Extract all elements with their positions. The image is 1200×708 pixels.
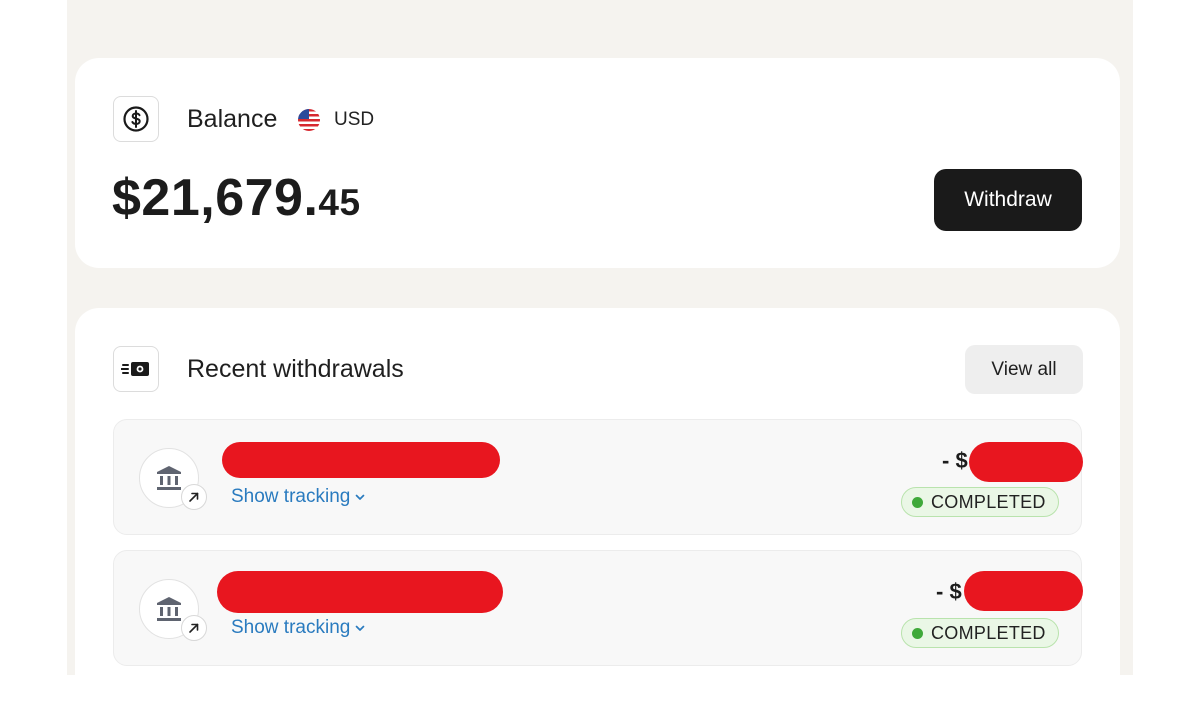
redacted-recipient-name: [222, 442, 500, 478]
withdrawal-amount-prefix: - $: [942, 448, 968, 473]
show-tracking-link[interactable]: Show tracking: [231, 617, 366, 639]
status-badge: COMPLETED: [901, 487, 1059, 517]
us-flag-icon: [297, 108, 321, 132]
show-tracking-label: Show tracking: [231, 617, 351, 638]
balance-amount: $21,679.45: [112, 168, 361, 228]
status-dot-icon: [912, 627, 923, 639]
status-badge: COMPLETED: [901, 618, 1059, 648]
arrow-up-right-icon: [181, 484, 207, 510]
redacted-amount: [964, 571, 1083, 611]
redacted-recipient-name: [217, 571, 503, 613]
cash-transfer-icon: [113, 346, 159, 392]
arrow-up-right-icon: [181, 615, 207, 641]
balance-amount-cents: 45: [318, 182, 361, 223]
withdrawal-row[interactable]: Show tracking - $ COMPLETED: [113, 419, 1083, 535]
balance-card: Balance USD $21,679.45 Withdraw: [75, 58, 1120, 268]
currency-code: USD: [334, 109, 375, 130]
section-title: Recent withdrawals: [187, 355, 404, 383]
status-label: COMPLETED: [931, 622, 1046, 643]
withdraw-button[interactable]: Withdraw: [934, 169, 1082, 231]
balance-label: Balance: [187, 105, 278, 133]
show-tracking-label: Show tracking: [231, 486, 351, 507]
chevron-down-icon: [355, 494, 365, 500]
view-all-button[interactable]: View all: [965, 345, 1083, 394]
withdrawal-amount-prefix: - $: [936, 579, 962, 604]
withdrawal-row[interactable]: Show tracking - $ COMPLETED: [113, 550, 1083, 666]
status-dot-icon: [912, 496, 923, 508]
chevron-down-icon: [355, 625, 365, 631]
show-tracking-link[interactable]: Show tracking: [231, 486, 366, 508]
redacted-amount: [969, 442, 1083, 482]
dollar-circle-icon: [113, 96, 159, 142]
balance-amount-main: $21,679.: [112, 169, 319, 227]
status-label: COMPLETED: [931, 491, 1046, 512]
recent-withdrawals-card: Recent withdrawals View all Show trackin…: [75, 308, 1120, 708]
